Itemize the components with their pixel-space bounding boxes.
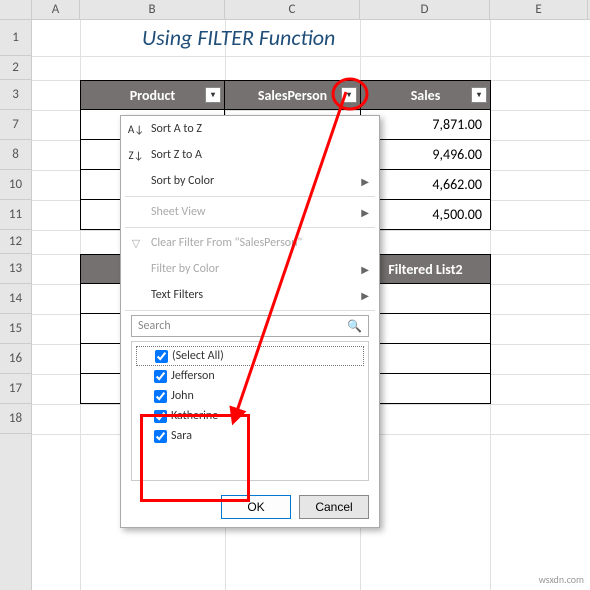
- funnel-icon: ▽: [129, 236, 143, 250]
- search-placeholder: Search: [138, 319, 171, 333]
- filter-button-sales[interactable]: ▾: [471, 87, 487, 103]
- row-16[interactable]: 16: [0, 344, 31, 374]
- row-13[interactable]: 13: [0, 254, 31, 284]
- check-item[interactable]: John: [136, 386, 364, 406]
- menu-label: Sheet View: [151, 205, 205, 219]
- search-input[interactable]: Search 🔍: [131, 315, 369, 337]
- col-D[interactable]: D: [360, 0, 490, 19]
- check-label: Sara: [171, 429, 192, 443]
- filter-button-salesperson[interactable]: ▾: [341, 87, 357, 103]
- row-11[interactable]: 11: [0, 200, 31, 230]
- check-item[interactable]: Sara: [136, 426, 364, 446]
- watermark: wsxdn.com: [539, 573, 584, 586]
- menu-label: Text Filters: [151, 288, 203, 302]
- sort-az-icon: A↓: [129, 122, 143, 136]
- menu-clear-filter: ▽ Clear Filter From "SalesPerson": [121, 230, 379, 256]
- col-B[interactable]: B: [80, 0, 225, 19]
- sales-value: 4,500.00: [432, 206, 482, 223]
- header-sales: Sales ▾: [360, 80, 491, 110]
- header-product-label: Product: [130, 87, 176, 104]
- check-select-all[interactable]: (Select All): [136, 346, 364, 366]
- menu-buttons: OK Cancel: [121, 487, 379, 527]
- header-salesperson: SalesPerson ▾: [224, 80, 361, 110]
- ok-button[interactable]: OK: [221, 495, 291, 519]
- check-label: (Select All): [172, 349, 224, 363]
- col-C[interactable]: C: [225, 0, 360, 19]
- check-label: Katherine: [171, 409, 218, 423]
- filter-menu: A↓ Sort A to Z Z↓ Sort Z to A Sort by Co…: [120, 115, 380, 528]
- row-10[interactable]: 10: [0, 170, 31, 200]
- row-14[interactable]: 14: [0, 284, 31, 314]
- chevron-right-icon: ▶: [361, 206, 369, 219]
- sales-value: 7,871.00: [432, 116, 482, 133]
- row-15[interactable]: 15: [0, 314, 31, 344]
- menu-label: Filter by Color: [151, 262, 219, 276]
- menu-divider: [125, 310, 375, 311]
- check-label: John: [171, 389, 194, 403]
- menu-label: Sort Z to A: [151, 148, 202, 162]
- cancel-button[interactable]: Cancel: [299, 495, 369, 519]
- sales-value: 9,496.00: [432, 146, 482, 163]
- filter-button-product[interactable]: ▾: [205, 87, 221, 103]
- checkbox[interactable]: [155, 350, 168, 363]
- row-1[interactable]: 1: [0, 20, 31, 56]
- checkbox[interactable]: [154, 370, 167, 383]
- menu-label: Clear Filter From "SalesPerson": [151, 236, 302, 250]
- menu-text-filters[interactable]: Text Filters ▶: [121, 282, 379, 308]
- menu-divider: [125, 227, 375, 228]
- row-headers: 1 2 3 7 8 10 11 12 13 14 15 16 17 18: [0, 20, 32, 590]
- check-label: Jefferson: [171, 369, 215, 383]
- checkbox[interactable]: [154, 410, 167, 423]
- row-3[interactable]: 3: [0, 80, 31, 110]
- menu-sort-az[interactable]: A↓ Sort A to Z: [121, 116, 379, 142]
- page-title: Using FILTER Function: [142, 24, 335, 51]
- row-12[interactable]: 12: [0, 230, 31, 254]
- header-product: Product ▾: [80, 80, 225, 110]
- col-A[interactable]: A: [32, 0, 80, 19]
- row-18[interactable]: 18: [0, 404, 31, 434]
- chevron-right-icon: ▶: [361, 263, 369, 276]
- col-E[interactable]: E: [490, 0, 588, 19]
- check-item[interactable]: Jefferson: [136, 366, 364, 386]
- menu-label: Sort A to Z: [151, 122, 202, 136]
- column-headers: A B C D E: [0, 0, 590, 20]
- menu-label: Sort by Color: [151, 174, 214, 188]
- search-icon: 🔍: [347, 319, 362, 334]
- chevron-right-icon: ▶: [361, 175, 369, 188]
- sort-za-icon: Z↓: [129, 148, 143, 162]
- row-8[interactable]: 8: [0, 140, 31, 170]
- checkbox[interactable]: [154, 390, 167, 403]
- menu-sheet-view: Sheet View ▶: [121, 199, 379, 225]
- header-sales-label: Sales: [411, 87, 441, 104]
- row-17[interactable]: 17: [0, 374, 31, 404]
- header-filtered-label: Filtered List2: [388, 261, 462, 278]
- menu-filter-color: Filter by Color ▶: [121, 256, 379, 282]
- chevron-right-icon: ▶: [361, 289, 369, 302]
- sales-value: 4,662.00: [432, 176, 482, 193]
- checkbox[interactable]: [154, 430, 167, 443]
- menu-divider: [125, 196, 375, 197]
- menu-sort-color[interactable]: Sort by Color ▶: [121, 168, 379, 194]
- filter-checklist: (Select All) Jefferson John Katherine Sa…: [131, 341, 369, 481]
- row-2[interactable]: 2: [0, 56, 31, 80]
- menu-sort-za[interactable]: Z↓ Sort Z to A: [121, 142, 379, 168]
- check-item[interactable]: Katherine: [136, 406, 364, 426]
- header-salesperson-label: SalesPerson: [258, 87, 327, 104]
- row-7[interactable]: 7: [0, 110, 31, 140]
